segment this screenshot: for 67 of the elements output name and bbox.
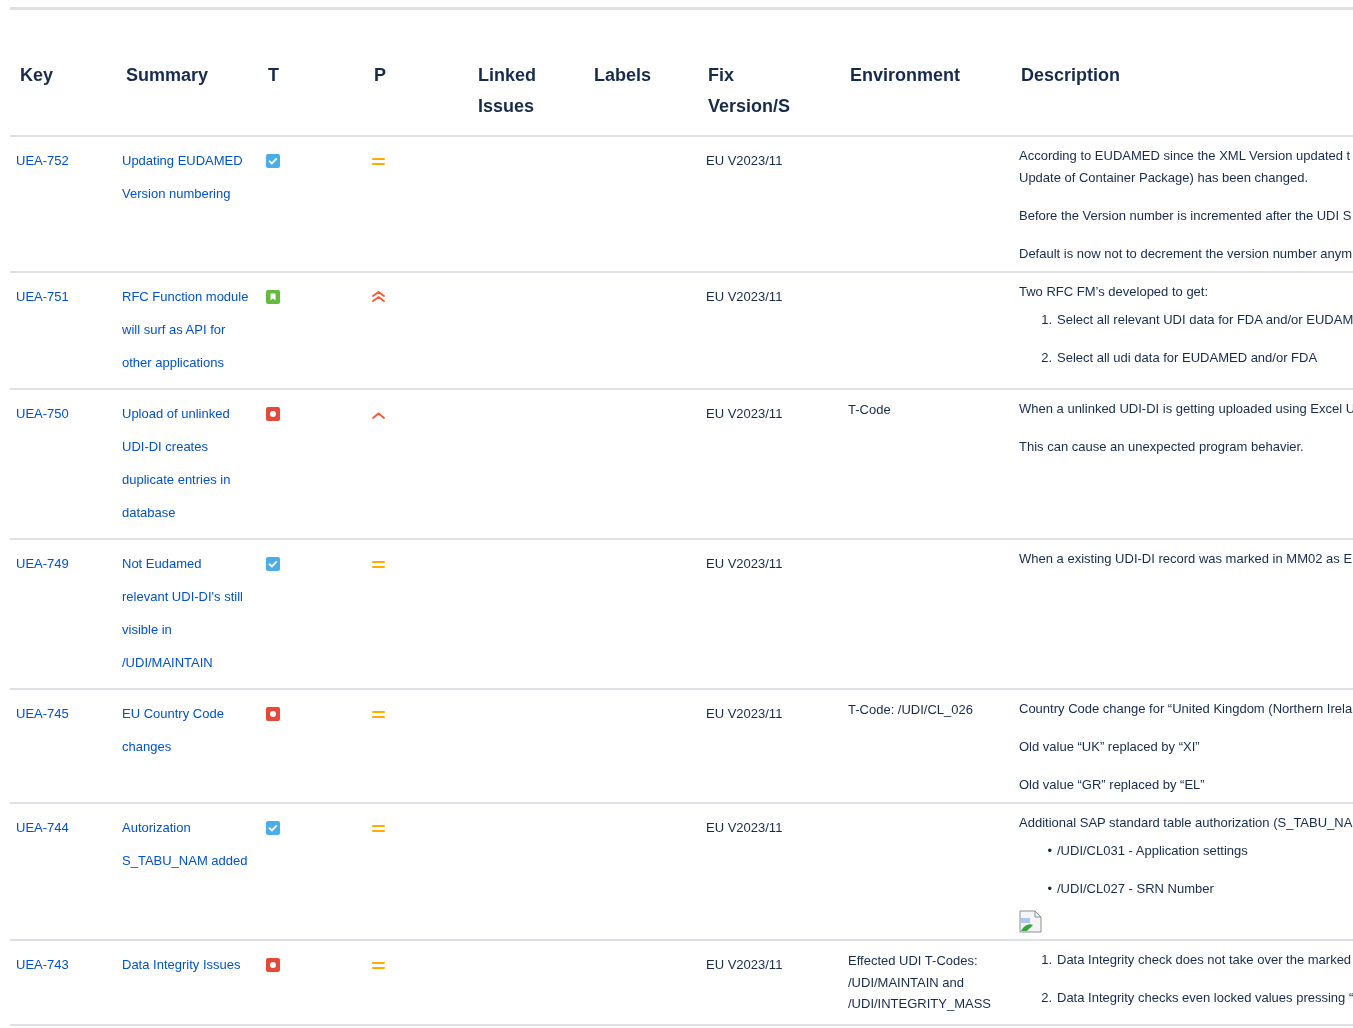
summary-link[interactable]: RFC Function module will surf as API for other applications [122,280,249,379]
column-header[interactable]: P [374,60,386,91]
fix-version: EU V2023/11 [706,705,783,723]
column-header[interactable]: Labels [594,60,652,91]
list-marker: • [1046,880,1052,898]
priority-medium-icon [372,710,385,719]
environment-text: T-Code [848,401,891,419]
issue-key-link[interactable]: UEA-752 [16,152,69,170]
priority-medium-icon [372,560,385,569]
column-header[interactable]: Environment [850,60,960,91]
environment-text: Effected UDI T-Codes: /UDI/MAINTAIN and /UDI/INTEGRITY_MASS [848,952,993,1013]
list-item: Data Integrity check does not take over the marked [1057,951,1352,969]
description-text: This can cause an unexpected program behavier. [1019,438,1305,456]
column-header[interactable]: Description [1021,60,1121,91]
list-marker: 1. [1040,951,1052,969]
issue-key-link[interactable]: UEA-743 [16,956,69,974]
issue-key-link[interactable]: UEA-744 [16,819,69,837]
list-item: Data Integrity checks even locked values pressing “ [1057,989,1353,1007]
description-text: Before the Version number is incremented after the UDI S [1019,207,1353,225]
priority-medium-icon [372,157,385,166]
issue-key-link[interactable]: UEA-749 [16,555,69,573]
list-item: /UDI/CL031 - Application settings [1057,842,1248,860]
broken-image-icon [1019,910,1042,933]
description-text: When a existing UDI-DI record was marked in MM02 as E [1019,550,1353,568]
description-text: Old value “GR” replaced by “EL” [1019,776,1206,794]
summary-link[interactable]: Upload of unlinked UDI-DI creates duplicate entries in database [122,397,231,529]
environment-text: T-Code: /UDI/CL_026 [848,701,973,719]
checkbox-task-icon [266,154,280,168]
description-text: Country Code change for “United Kingdom (Northern Irela [1019,700,1353,718]
description-text: According to EUDAMED since the XML Version updated t Update of Container Package) has been changed. [1019,147,1352,187]
description-text: Additional SAP standard table authorization (S_TABU_NA [1019,814,1353,832]
list-item: Select all udi data for EUDAMED and/or FDA [1057,349,1318,367]
fix-version: EU V2023/11 [706,288,783,306]
chevron-up-icon [372,412,385,419]
issue-key-link[interactable]: UEA-751 [16,288,69,306]
summary-link[interactable]: Not Eudamed relevant UDI-DI's still visible in /UDI/MAINTAIN [122,547,243,679]
list-item: Select all relevant UDI data for FDA and/or EUDAM [1057,311,1353,329]
description-text: Default is now not to decrement the version number anym [1019,245,1353,263]
list-marker: 1. [1040,311,1052,329]
fix-version: EU V2023/11 [706,956,783,974]
fix-version: EU V2023/11 [706,555,783,573]
fix-version: EU V2023/11 [706,819,783,837]
description-text: Two RFC FM’s developed to get: [1019,283,1210,301]
checkbox-task-icon [266,821,280,835]
issue-key-link[interactable]: UEA-745 [16,705,69,723]
checkbox-task-icon [266,557,280,571]
priority-medium-icon [372,824,385,833]
fix-version: EU V2023/11 [706,405,783,423]
column-header[interactable]: Summary [126,60,209,91]
summary-link[interactable]: Data Integrity Issues [122,948,241,981]
summary-link[interactable]: Updating EUDAMED Version numbering [122,144,243,210]
list-marker: 2. [1040,349,1052,367]
list-marker: 2. [1040,989,1052,1007]
summary-link[interactable]: EU Country Code changes [122,697,224,763]
list-marker: • [1046,842,1052,860]
bookmark-story-icon [266,290,280,304]
summary-link[interactable]: Autorization S_TABU_NAM added [122,811,248,877]
column-header[interactable]: Linked Issues [478,60,536,122]
column-header[interactable]: Fix Version/S [708,60,791,122]
column-header[interactable]: T [268,60,279,91]
column-header[interactable]: Key [20,60,54,91]
priority-medium-icon [372,961,385,970]
list-item: /UDI/CL027 - SRN Number [1057,880,1214,898]
fix-version: EU V2023/11 [706,152,783,170]
double-chevron-up-icon [372,291,385,302]
issue-key-link[interactable]: UEA-750 [16,405,69,423]
description-text: Old value “UK” replaced by “XI” [1019,738,1201,756]
